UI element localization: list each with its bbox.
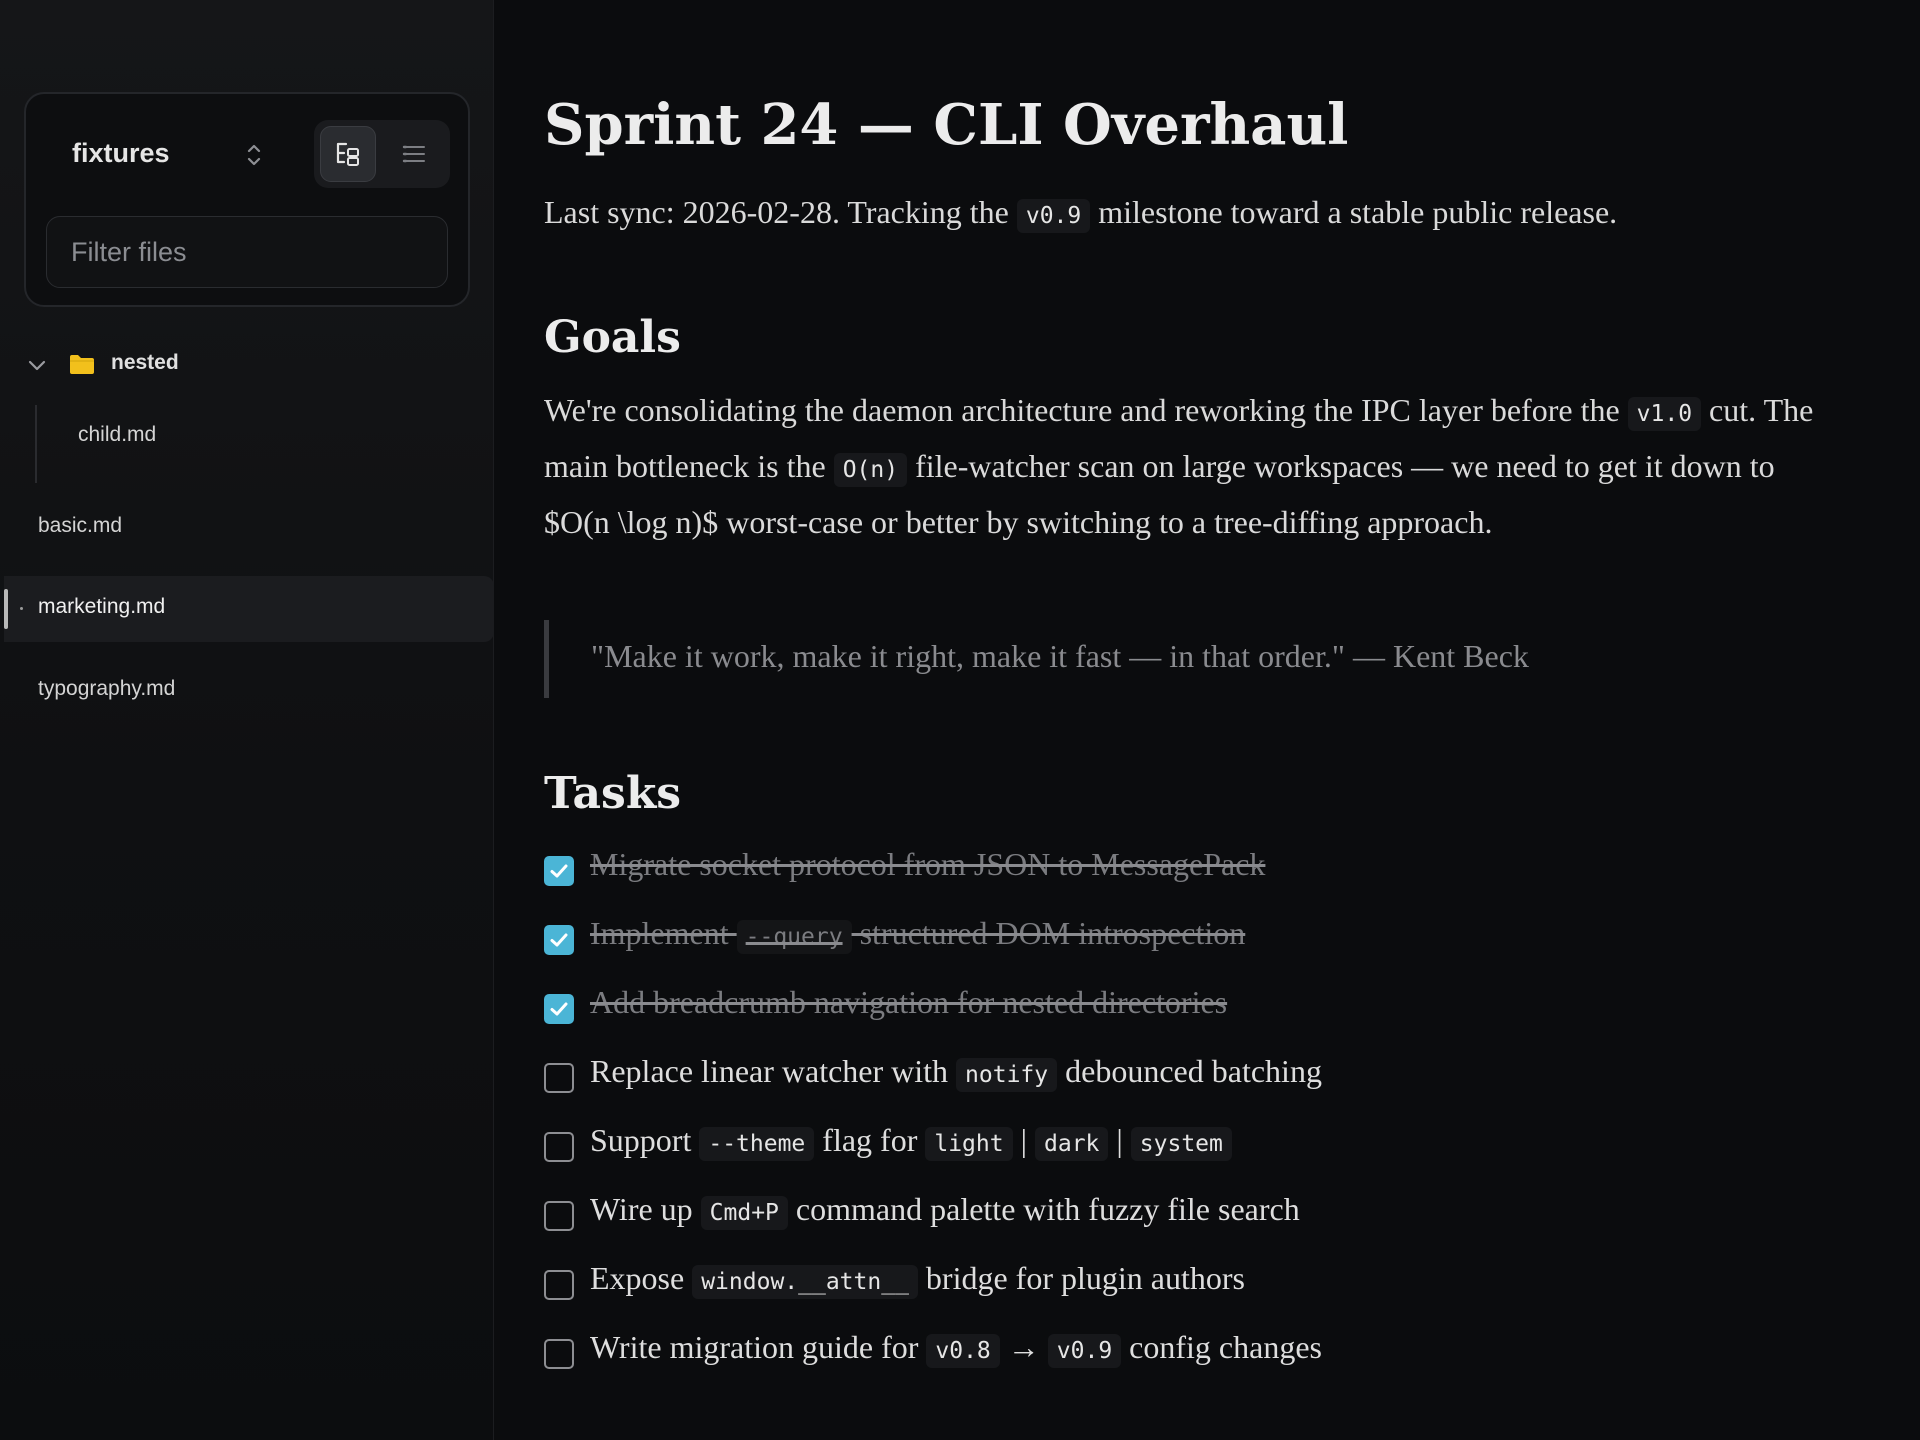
blockquote: "Make it work, make it right, make it fa… [544, 620, 1844, 698]
task-label: Migrate socket protocol from JSON to Mes… [590, 846, 1266, 882]
inline-code: light [925, 1127, 1013, 1161]
checkbox-unchecked[interactable] [544, 1270, 574, 1300]
checkbox-unchecked[interactable] [544, 1132, 574, 1162]
folder-label: nested [111, 351, 179, 374]
checkbox-unchecked[interactable] [544, 1063, 574, 1093]
checkbox-unchecked[interactable] [544, 1201, 574, 1231]
task-item: Implement --query structured DOM introsp… [544, 911, 1844, 959]
task-text: Support [590, 1122, 700, 1158]
inline-code: v0.9 [1016, 199, 1091, 233]
checkbox-checked[interactable] [544, 856, 574, 886]
inline-code: --query [736, 920, 852, 954]
checkbox-unchecked[interactable] [544, 1339, 574, 1369]
task-item: Add breadcrumb navigation for nested dir… [544, 980, 1844, 1028]
task-label: Write migration guide for v0.8 → v0.9 co… [590, 1329, 1322, 1368]
tree-view-button[interactable] [320, 126, 376, 182]
file-item-typography[interactable]: typography.md [38, 677, 175, 701]
task-text: Implement [590, 915, 737, 951]
unsaved-dot-icon [20, 607, 23, 610]
workspace-name[interactable]: fixtures [72, 138, 170, 169]
file-item-label: marketing.md [38, 595, 166, 618]
task-text: config changes [1121, 1329, 1322, 1365]
check-icon [550, 864, 568, 878]
view-toggle [314, 120, 450, 188]
folder-nested[interactable]: nested [20, 345, 470, 385]
task-label: Add breadcrumb navigation for nested dir… [590, 984, 1228, 1020]
file-item-basic[interactable]: basic.md [38, 514, 122, 538]
folder-icon [70, 355, 94, 374]
filter-files-input[interactable] [46, 216, 448, 288]
task-item: Support --theme flag for light | dark | … [544, 1118, 1844, 1166]
list-view-button[interactable] [386, 126, 442, 182]
sidebar: fixtures Filter files nested child.md ba… [0, 0, 494, 1440]
task-text: Expose [590, 1260, 693, 1296]
task-label: Replace linear watcher with notify debou… [590, 1053, 1322, 1092]
list-view-icon [402, 145, 425, 163]
doc-subtitle: Last sync: 2026-02-28. Tracking the v0.9… [544, 194, 1618, 233]
task-label: Implement --query structured DOM introsp… [590, 915, 1246, 954]
goals-paragraph: We're consolidating the daemon architect… [544, 384, 1844, 548]
inline-code: notify [956, 1058, 1058, 1092]
task-item: Write migration guide for v0.8 → v0.9 co… [544, 1325, 1844, 1373]
task-item: Wire up Cmd+P command palette with fuzzy… [544, 1187, 1844, 1235]
check-icon [550, 1002, 568, 1016]
task-item: Migrate socket protocol from JSON to Mes… [544, 842, 1844, 890]
subtitle-text: Last sync: 2026-02-28. Tracking the [544, 194, 1017, 230]
arrow-text: → [999, 1329, 1048, 1365]
task-item: Replace linear watcher with notify debou… [544, 1049, 1844, 1097]
task-text: structured DOM introspection [851, 915, 1246, 951]
inline-code: dark [1035, 1127, 1109, 1161]
page-title: Sprint 24 — CLI Overhaul [544, 92, 1349, 158]
task-text: flag for [814, 1122, 926, 1158]
file-item-child[interactable]: child.md [78, 423, 156, 447]
tree-guide-line [35, 405, 37, 483]
inline-code: v1.0 [1627, 397, 1702, 431]
section-heading-goals: Goals [544, 312, 681, 363]
task-text: debounced batching [1057, 1053, 1322, 1089]
task-label: Support --theme flag for light | dark | … [590, 1122, 1232, 1161]
inline-code: Cmd+P [700, 1196, 788, 1230]
task-label: Wire up Cmd+P command palette with fuzzy… [590, 1191, 1300, 1230]
task-text: bridge for plugin authors [917, 1260, 1245, 1296]
quote-text: "Make it work, make it right, make it fa… [591, 638, 1529, 674]
checkbox-checked[interactable] [544, 925, 574, 955]
task-text: Write migration guide for [590, 1329, 927, 1365]
file-item-marketing[interactable]: marketing.md [4, 576, 494, 642]
inline-code: --theme [699, 1127, 815, 1161]
task-label: Expose window.__attn__ bridge for plugin… [590, 1260, 1245, 1299]
task-text: | [1012, 1122, 1035, 1158]
task-text: Replace linear watcher with [590, 1053, 957, 1089]
paragraph-text: We're consolidating the daemon architect… [544, 392, 1628, 428]
inline-code: system [1130, 1127, 1232, 1161]
checkbox-checked[interactable] [544, 994, 574, 1024]
subtitle-text: milestone toward a stable public release… [1090, 194, 1618, 230]
task-text: command palette with fuzzy file search [787, 1191, 1300, 1227]
tree-view-icon [336, 142, 359, 166]
inline-code: v0.9 [1047, 1334, 1122, 1368]
task-item: Expose window.__attn__ bridge for plugin… [544, 1256, 1844, 1304]
workspace-panel: fixtures [24, 92, 470, 307]
task-text: Wire up [590, 1191, 701, 1227]
active-indicator [4, 589, 8, 629]
inline-code: O(n) [833, 453, 908, 487]
section-heading-tasks: Tasks [544, 768, 682, 819]
check-icon [550, 933, 568, 947]
inline-code: v0.8 [926, 1334, 1000, 1368]
chevron-down-icon[interactable] [26, 354, 48, 376]
inline-code: window.__attn__ [692, 1265, 918, 1299]
task-text: | [1108, 1122, 1131, 1158]
chevron-up-down-icon[interactable] [242, 140, 266, 170]
